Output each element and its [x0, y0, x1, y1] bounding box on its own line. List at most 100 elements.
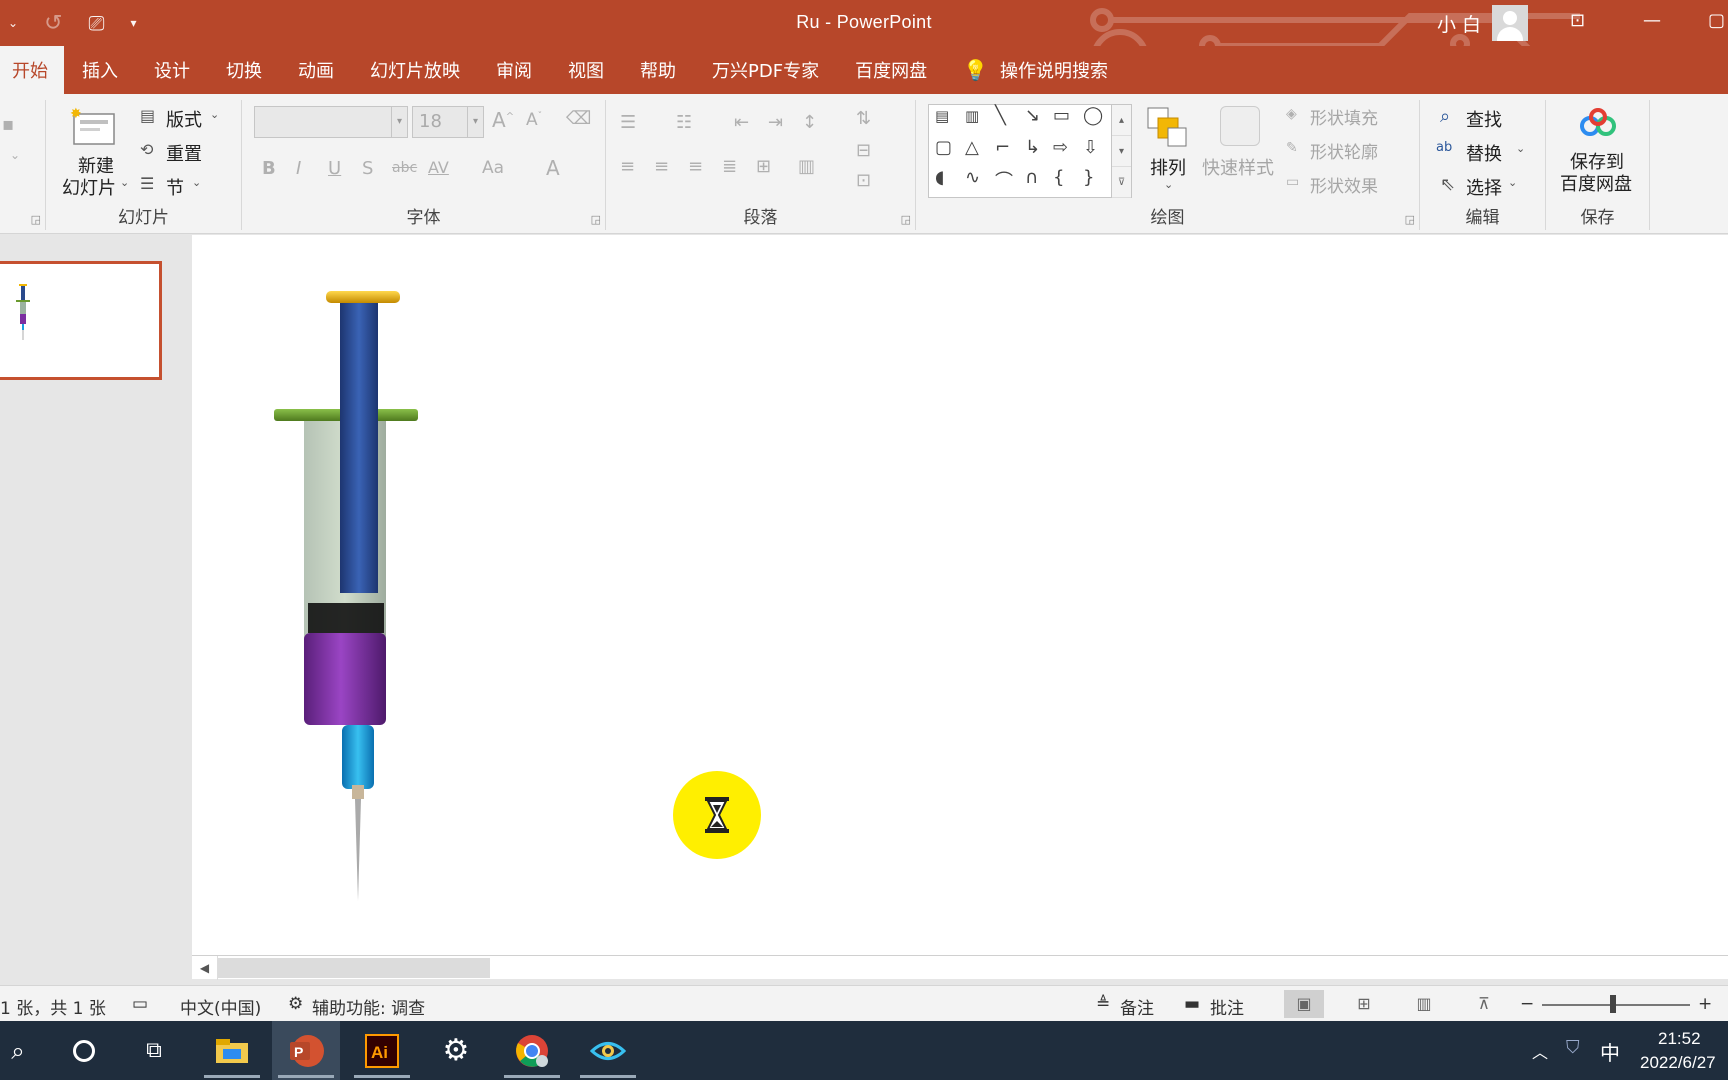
replace-dropdown-icon[interactable]: ⌄	[1516, 142, 1525, 155]
slide-canvas[interactable]	[192, 235, 1728, 955]
font-launcher-icon[interactable]: ◲	[591, 213, 601, 226]
section-dropdown-icon[interactable]: ⌄	[192, 176, 201, 189]
copy-icon[interactable]: ⌄	[10, 148, 20, 162]
italic-button[interactable]: I	[296, 158, 301, 179]
tab-wondershare-pdf[interactable]: 万兴PDF专家	[694, 46, 837, 94]
select-button[interactable]: 选择	[1466, 174, 1502, 200]
replace-button[interactable]: 替换	[1466, 140, 1502, 166]
powerpoint-taskbar-icon[interactable]: P	[272, 1021, 340, 1080]
font-name-combo[interactable]: ▾	[254, 106, 408, 138]
zoom-in-button[interactable]: +	[1698, 994, 1712, 1014]
file-explorer-icon[interactable]	[198, 1021, 266, 1080]
layout-button[interactable]: 版式	[166, 106, 202, 132]
arrow-line-shape-icon[interactable]: ↘	[1025, 105, 1040, 126]
align-text-icon[interactable]: ⊟	[856, 140, 871, 161]
underline-button[interactable]: U	[328, 158, 341, 179]
arrange-dropdown-icon[interactable]: ⌄	[1164, 178, 1173, 191]
new-slide-icon[interactable]: ✸	[70, 106, 116, 146]
align-center-icon[interactable]: ≡	[654, 156, 669, 177]
paste-icon[interactable]: ▪	[2, 114, 14, 135]
tab-design[interactable]: 设计	[136, 46, 208, 94]
char-spacing-button[interactable]: AV	[428, 158, 449, 177]
drawing-launcher-icon[interactable]: ◲	[1405, 213, 1415, 226]
eye-app-icon[interactable]	[574, 1021, 642, 1080]
curve-shape-icon[interactable]: ∩	[1025, 167, 1038, 188]
tab-review[interactable]: 审阅	[478, 46, 550, 94]
triangle-shape-icon[interactable]: △	[965, 137, 979, 158]
new-slide-dropdown-icon[interactable]: ⌄	[120, 176, 129, 189]
illustrator-icon[interactable]: Ai	[348, 1021, 416, 1080]
select-dropdown-icon[interactable]: ⌄	[1508, 176, 1517, 189]
align-left-icon[interactable]: ≡	[620, 156, 635, 177]
zoom-slider-handle[interactable]	[1610, 995, 1616, 1013]
tab-animations[interactable]: 动画	[280, 46, 352, 94]
reset-button[interactable]: 重置	[166, 140, 202, 166]
zoom-slider[interactable]	[1542, 1004, 1690, 1006]
oval-shape-icon[interactable]: ◯	[1083, 105, 1103, 126]
scroll-left-icon[interactable]: ◀	[192, 956, 218, 980]
arc-shape-icon[interactable]: ⌒	[995, 167, 1013, 193]
rectangle-shape-icon[interactable]: ▭	[1053, 105, 1070, 126]
gallery-down-icon[interactable]: ▾	[1112, 136, 1131, 167]
search-icon[interactable]: ⌕	[0, 1021, 52, 1080]
tab-home[interactable]: 开始	[0, 46, 64, 94]
ribbon-display-options-icon[interactable]: ⊡	[1570, 10, 1585, 31]
scroll-thumb[interactable]	[218, 958, 490, 978]
down-arrow-shape-icon[interactable]: ⇩	[1083, 137, 1098, 158]
right-brace-shape-icon[interactable]: }	[1083, 167, 1094, 188]
tab-insert[interactable]: 插入	[64, 46, 136, 94]
increase-font-icon[interactable]: A^	[492, 108, 514, 132]
smartart-icon[interactable]: ⊡	[856, 170, 871, 191]
slideshow-view-icon[interactable]: ⊼	[1464, 990, 1504, 1018]
strikethrough-button[interactable]: abc	[392, 160, 417, 176]
left-brace-shape-icon[interactable]: {	[1053, 167, 1064, 188]
task-view-icon[interactable]: ⧉	[120, 1021, 188, 1080]
clear-formatting-icon[interactable]: ⌫	[566, 108, 591, 129]
spell-check-icon[interactable]: ▭	[132, 994, 148, 1014]
accessibility-status[interactable]: 辅助功能: 调查	[312, 994, 425, 1019]
line-shape-icon[interactable]: ╲	[995, 105, 1006, 126]
paragraph-launcher-icon[interactable]: ◲	[901, 213, 911, 226]
baidu-netdisk-icon[interactable]	[1578, 108, 1618, 142]
freeform-shape-icon[interactable]: ◖	[935, 167, 944, 188]
tab-help[interactable]: 帮助	[622, 46, 694, 94]
tab-slideshow[interactable]: 幻灯片放映	[352, 46, 478, 94]
settings-gear-icon[interactable]: ⚙	[422, 1021, 490, 1080]
shape-fill-button[interactable]: 形状填充	[1310, 104, 1378, 129]
textbox-shape-icon[interactable]: ▤	[935, 107, 949, 125]
reading-view-icon[interactable]: ▥	[1404, 990, 1444, 1018]
find-button[interactable]: 查找	[1466, 106, 1502, 132]
maximize-icon[interactable]: ▢	[1708, 10, 1725, 31]
layout-dropdown-icon[interactable]: ⌄	[210, 108, 219, 121]
comments-button[interactable]: 批注	[1210, 994, 1244, 1019]
line-spacing-icon[interactable]: ↕	[802, 112, 817, 133]
tell-me-search[interactable]: 💡 操作说明搜索	[945, 46, 1126, 94]
align-right-icon[interactable]: ≡	[688, 156, 703, 177]
system-clock[interactable]: 21:52 2022/6/27	[1628, 1027, 1728, 1075]
numbering-icon[interactable]: ☷	[676, 112, 692, 133]
columns-icon[interactable]: ▥	[798, 156, 815, 177]
cortana-icon[interactable]	[50, 1021, 118, 1080]
arrange-icon[interactable]	[1146, 106, 1190, 150]
gallery-scroll[interactable]: ▴ ▾ ⊽	[1112, 104, 1132, 198]
clipboard-launcher-icon[interactable]: ◲	[31, 213, 41, 226]
horizontal-scrollbar[interactable]: ◀	[192, 955, 1728, 980]
increase-indent-icon[interactable]: ⇥	[768, 112, 783, 133]
bold-button[interactable]: B	[262, 158, 276, 179]
shape-effects-button[interactable]: 形状效果	[1310, 172, 1378, 197]
quick-styles-icon[interactable]	[1220, 106, 1260, 146]
user-name[interactable]: 小 白	[1437, 10, 1481, 37]
decrease-font-icon[interactable]: Aˇ	[526, 110, 542, 130]
font-size-dropdown-icon[interactable]: ▾	[467, 107, 483, 137]
section-button[interactable]: 节	[166, 174, 184, 200]
tab-view[interactable]: 视图	[550, 46, 622, 94]
quick-styles-button[interactable]: 快速样式	[1202, 154, 1274, 180]
arrange-button[interactable]: 排列	[1150, 154, 1186, 180]
elbow-arrow-shape-icon[interactable]: ↳	[1025, 137, 1040, 158]
distributed-icon[interactable]: ⊞	[756, 156, 771, 177]
change-case-button[interactable]: Aa	[482, 158, 504, 178]
justify-icon[interactable]: ≣	[722, 156, 737, 177]
text-direction-icon[interactable]: ⇅	[856, 108, 871, 129]
font-color-button[interactable]: A	[546, 156, 560, 180]
slide-sorter-icon[interactable]: ⊞	[1344, 990, 1384, 1018]
